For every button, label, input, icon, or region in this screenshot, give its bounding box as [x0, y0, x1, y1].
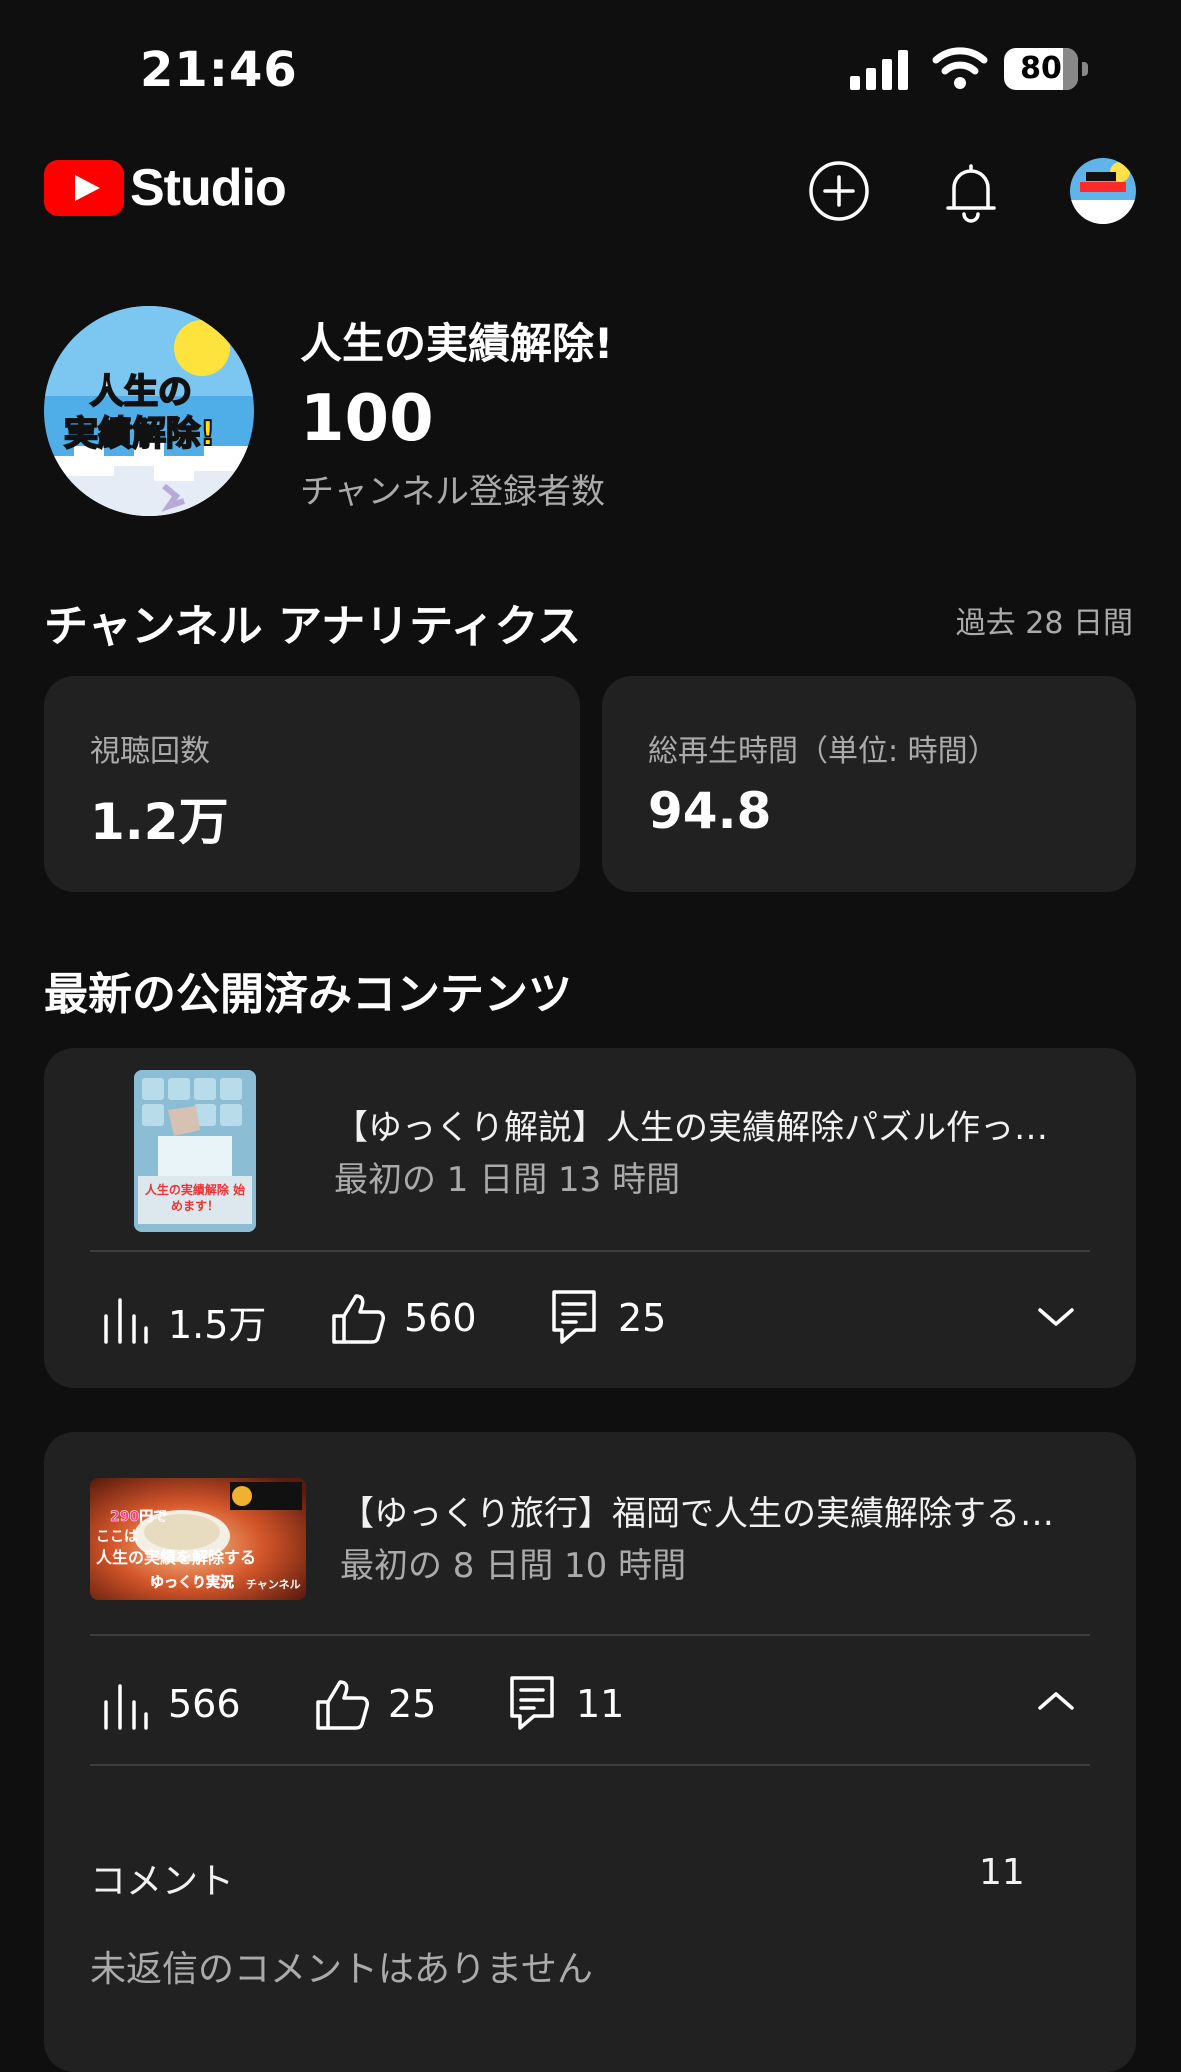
video-thumbnail[interactable]: 290円で ここは 人生の実績を解除する ゆっくり実況 チャンネル	[90, 1478, 306, 1600]
status-time: 21:46	[140, 42, 298, 98]
thumbnail-price: 290円で	[110, 1509, 168, 1526]
video-card[interactable]: 290円で ここは 人生の実績を解除する ゆっくり実況 チャンネル 【ゆっくり旅…	[44, 1432, 1136, 2072]
views-count: 1.5万	[168, 1303, 267, 1347]
video-thumbnail[interactable]: 人生の実績解除 始めます！	[134, 1070, 256, 1232]
thumbnail-caption: 人生の実績を解除する	[96, 1548, 257, 1567]
analytics-title: チャンネル アナリティクス	[44, 601, 582, 652]
video-card[interactable]: 人生の実績解除 始めます！ 【ゆっくり解説】人生の実績解除パズル作っ… 最初の …	[44, 1048, 1136, 1388]
thumbnail-caption: ゆっくり実況	[150, 1575, 235, 1592]
channel-name: 人生の実績解除!	[300, 319, 614, 368]
comments-count: 11	[576, 1682, 625, 1726]
comments-section-label[interactable]: コメント	[90, 1852, 234, 1904]
divider	[90, 1634, 1090, 1636]
comments-icon	[552, 1290, 596, 1344]
like-icon	[332, 1294, 385, 1344]
video-title[interactable]: 【ゆっくり旅行】福岡で人生の実績解除する…	[340, 1486, 1100, 1535]
comments-section-count: 11	[979, 1852, 1025, 1893]
comments-icon	[510, 1676, 554, 1730]
subscriber-label: チャンネル登録者数	[300, 472, 605, 512]
youtube-logo-icon	[44, 160, 124, 216]
views-value: 1.2万	[90, 793, 229, 851]
thumbnail-caption: チャンネル	[246, 1578, 301, 1591]
channel-avatar[interactable]: 人生の 実績解除!	[44, 306, 254, 516]
wifi-icon	[932, 47, 988, 89]
cellular-signal-icon	[850, 50, 908, 90]
latest-content-title: 最新の公開済みコンテンツ	[44, 969, 572, 1020]
comments-count: 25	[618, 1296, 667, 1340]
divider	[90, 1250, 1090, 1252]
views-count: 566	[168, 1682, 241, 1726]
avatar-text-bottom: 実績解除!	[63, 413, 217, 455]
likes-count: 25	[388, 1682, 437, 1726]
app-name: Studio	[130, 159, 287, 217]
bell-icon[interactable]	[938, 158, 1004, 224]
video-period: 最初の 8 日間 10 時間	[340, 1546, 687, 1586]
video-period: 最初の 1 日間 13 時間	[334, 1160, 681, 1200]
watch-time-label: 総再生時間（単位: 時間）	[648, 734, 998, 769]
thumbnail-caption: 人生の実績解除 始めます！	[144, 1183, 246, 1213]
divider	[90, 1764, 1090, 1766]
watch-time-value: 94.8	[648, 782, 772, 840]
watch-time-card[interactable]: 総再生時間（単位: 時間） 94.8	[602, 676, 1136, 892]
analytics-period: 過去 28 日間	[955, 606, 1133, 641]
like-icon	[316, 1680, 369, 1730]
thumbnail-caption: ここは	[96, 1529, 138, 1545]
battery-percent: 80	[1020, 51, 1062, 86]
account-avatar[interactable]	[1070, 158, 1136, 224]
chevron-down-icon[interactable]	[1036, 1302, 1076, 1332]
views-icon	[104, 1684, 148, 1730]
subscriber-count: 100	[300, 382, 434, 456]
likes-count: 560	[404, 1296, 477, 1340]
views-icon	[104, 1298, 148, 1344]
views-card[interactable]: 視聴回数 1.2万	[44, 676, 580, 892]
views-label: 視聴回数	[90, 734, 210, 769]
chevron-up-icon[interactable]	[1036, 1686, 1076, 1716]
battery-indicator: 80	[1004, 48, 1088, 92]
create-icon[interactable]	[806, 158, 872, 224]
video-title[interactable]: 【ゆっくり解説】人生の実績解除パズル作っ…	[334, 1100, 1094, 1149]
no-unreplied-message: 未返信のコメントはありません	[90, 1949, 593, 1990]
